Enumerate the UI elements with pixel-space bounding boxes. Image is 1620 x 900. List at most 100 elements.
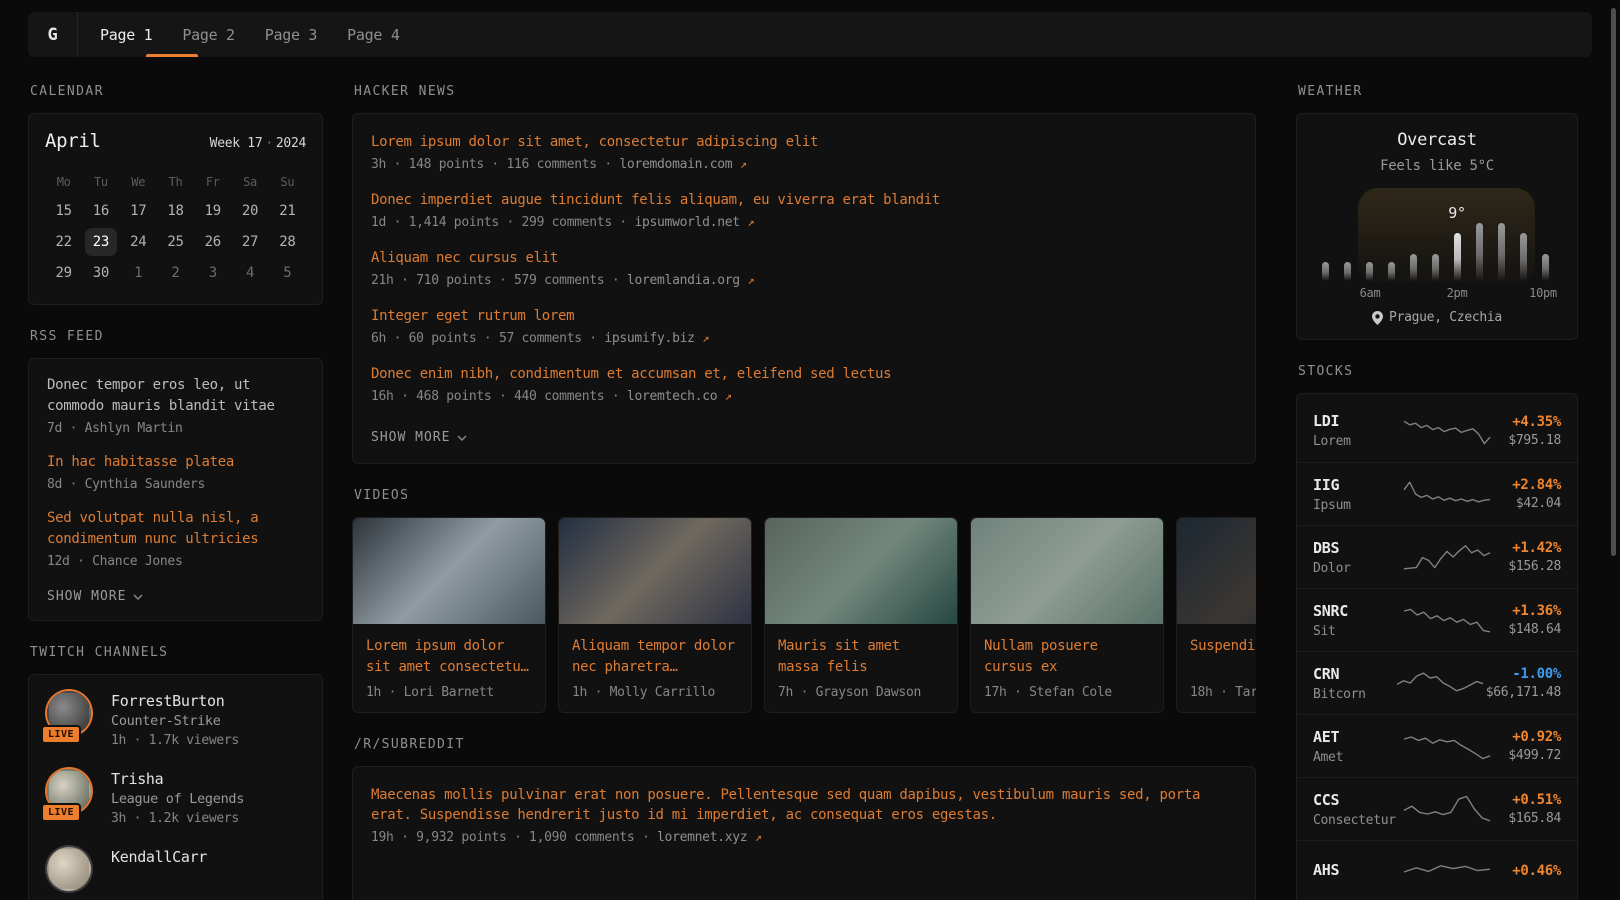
weather-bar xyxy=(1432,254,1439,281)
calendar-day: 30 xyxy=(85,259,117,287)
video-title[interactable]: Mauris sit amet massa felis xyxy=(778,636,944,678)
video-thumbnail[interactable] xyxy=(1177,518,1256,624)
video-title[interactable]: Suspendisse diam xyxy=(1190,636,1256,678)
hn-item: Integer eget rutrum lorem 6h · 60 points… xyxy=(371,306,1237,346)
page-tabs: Page 1 Page 2 Page 3 Page 4 xyxy=(78,12,400,57)
stock-row[interactable]: SNRC Sit +1.36% $148.64 xyxy=(1297,588,1577,651)
videos-section-title: VIDEOS xyxy=(354,488,1256,503)
current-temp-label: 9° xyxy=(1448,204,1465,222)
twitch-channel-row[interactable]: LIVE ForrestBurton Counter-Strike 1h · 1… xyxy=(47,691,304,751)
hn-item-title[interactable]: Donec enim nibh, condimentum et accumsan… xyxy=(371,364,1237,384)
video-title[interactable]: Nullam posuere cursus ex xyxy=(984,636,1150,678)
stock-row[interactable]: DBS Dolor +1.42% $156.28 xyxy=(1297,525,1577,588)
chevron-down-icon xyxy=(133,594,143,600)
twitch-channel-row[interactable]: LIVE Trisha League of Legends 3h · 1.2k … xyxy=(47,769,304,829)
app-logo[interactable]: G xyxy=(28,12,78,57)
stock-sparkline xyxy=(1401,477,1493,511)
channel-name: ForrestBurton xyxy=(111,691,239,711)
calendar-header: April Week 17·2024 xyxy=(45,130,306,152)
stocks-widget: LDI Lorem +4.35% $795.18 IIG Ipsum xyxy=(1296,393,1578,900)
twitch-channel-row[interactable]: KendallCarr xyxy=(47,847,304,895)
weather-bar xyxy=(1498,223,1505,281)
stock-sparkline xyxy=(1401,414,1493,448)
stock-change: +0.46% xyxy=(1493,863,1561,879)
hn-domain-link[interactable]: loremdomain.com xyxy=(619,157,732,172)
live-badge: LIVE xyxy=(41,725,81,744)
rss-item-title[interactable]: Sed volutpat nulla nisl, a condimentum n… xyxy=(47,508,304,550)
calendar-week-year: Week 17·2024 xyxy=(210,136,306,151)
stock-name: Amet xyxy=(1313,750,1401,765)
stock-price: $66,171.48 xyxy=(1486,685,1561,700)
tab-page-1[interactable]: Page 1 xyxy=(100,26,152,44)
video-title[interactable]: Aliquam tempor dolor nec pharetra… xyxy=(572,636,738,678)
calendar-day: 5 xyxy=(271,259,303,287)
weather-bar xyxy=(1454,233,1461,281)
stock-name: Sit xyxy=(1313,624,1401,639)
video-thumbnail[interactable] xyxy=(765,518,957,624)
hn-item-title[interactable]: Lorem ipsum dolor sit amet, consectetur … xyxy=(371,132,1237,152)
twitch-section-title: TWITCH CHANNELS xyxy=(30,645,323,660)
video-thumbnail[interactable] xyxy=(971,518,1163,624)
hn-meta-text: 1d · 1,414 points · 299 comments · xyxy=(371,215,634,230)
calendar-day: 19 xyxy=(197,197,229,225)
stock-row[interactable]: AET Amet +0.92% $499.72 xyxy=(1297,714,1577,777)
calendar-month: April xyxy=(45,130,101,152)
stock-name: Bitcorn xyxy=(1313,687,1394,702)
stock-price: $42.04 xyxy=(1493,496,1561,511)
stock-row[interactable]: LDI Lorem +4.35% $795.18 xyxy=(1297,399,1577,462)
calendar-day-header: Tu xyxy=(82,170,119,194)
channel-game: League of Legends xyxy=(111,789,244,809)
video-meta: 17h · Stefan Cole xyxy=(984,685,1150,700)
stock-name: Ipsum xyxy=(1313,498,1401,513)
video-thumbnail[interactable] xyxy=(353,518,545,624)
rss-item-title[interactable]: In hac habitasse platea xyxy=(47,452,304,473)
dashboard-page: G Page 1 Page 2 Page 3 Page 4 CALENDAR A… xyxy=(0,0,1620,900)
hn-item-title[interactable]: Donec imperdiet augue tincidunt felis al… xyxy=(371,190,1237,210)
calendar-day-header: We xyxy=(120,170,157,194)
hn-domain-link[interactable]: loremtech.co xyxy=(627,389,717,404)
stock-ticker: CRN xyxy=(1313,665,1394,684)
stock-row[interactable]: AHS +0.46% xyxy=(1297,840,1577,900)
stock-id: AET Amet xyxy=(1313,728,1401,765)
channel-meta: 1h · 1.7k viewers xyxy=(111,731,239,751)
hn-item-title[interactable]: Aliquam nec cursus elit xyxy=(371,248,1237,268)
hn-item-meta: 3h · 148 points · 116 comments · loremdo… xyxy=(371,157,1237,172)
rss-section-title: RSS FEED xyxy=(30,329,323,344)
subreddit-post-title[interactable]: Maecenas mollis pulvinar erat non posuer… xyxy=(371,785,1237,825)
calendar-day: 23 xyxy=(85,228,117,256)
tab-page-2[interactable]: Page 2 xyxy=(182,26,234,44)
subreddit-section-title: /R/SUBREDDIT xyxy=(354,737,1256,752)
stock-id: DBS Dolor xyxy=(1313,539,1401,576)
calendar-day-header: Th xyxy=(157,170,194,194)
stock-values: +0.92% $499.72 xyxy=(1493,729,1561,763)
calendar-day: 28 xyxy=(271,228,303,256)
weather-hourly-chart: 9° 6am 2pm 10pm xyxy=(1313,184,1563,300)
channel-info: Trisha League of Legends 3h · 1.2k viewe… xyxy=(111,769,244,829)
hn-meta-text: 6h · 60 points · 57 comments · xyxy=(371,331,604,346)
tab-page-4[interactable]: Page 4 xyxy=(347,26,399,44)
hn-domain-link[interactable]: ipsumworld.net xyxy=(634,215,739,230)
video-title[interactable]: Lorem ipsum dolor sit amet consectetu… xyxy=(366,636,532,678)
subreddit-domain-link[interactable]: loremnet.xyz xyxy=(657,830,747,845)
hn-domain-link[interactable]: ipsumify.biz xyxy=(604,331,694,346)
tab-page-3[interactable]: Page 3 xyxy=(265,26,317,44)
calendar-day-header: Fr xyxy=(194,170,231,194)
video-thumbnail[interactable] xyxy=(559,518,751,624)
hn-item-title[interactable]: Integer eget rutrum lorem xyxy=(371,306,1237,326)
weather-bar xyxy=(1410,254,1417,281)
rss-show-more-button[interactable]: SHOW MORE xyxy=(47,589,143,604)
stock-row[interactable]: IIG Ipsum +2.84% $42.04 xyxy=(1297,462,1577,525)
stock-row[interactable]: CCS Consectetur +0.51% $165.84 xyxy=(1297,777,1577,840)
stock-change: +2.84% xyxy=(1493,477,1561,493)
time-label: 2pm xyxy=(1447,286,1468,300)
page-scrollbar-thumb[interactable] xyxy=(1611,8,1616,556)
subreddit-post-meta: 19h · 9,932 points · 1,090 comments · lo… xyxy=(371,830,1237,845)
chevron-down-icon xyxy=(457,435,467,441)
hn-domain-link[interactable]: loremlandia.org xyxy=(627,273,740,288)
stock-row[interactable]: CRN Bitcorn -1.00% $66,171.48 xyxy=(1297,651,1577,714)
rss-item-title[interactable]: Donec tempor eros leo, ut commodo mauris… xyxy=(47,375,304,417)
stock-id: SNRC Sit xyxy=(1313,602,1401,639)
video-card: Suspendisse diam 18h · Tara xyxy=(1176,517,1256,713)
hn-show-more-button[interactable]: SHOW MORE xyxy=(371,430,467,445)
calendar-day: 4 xyxy=(234,259,266,287)
